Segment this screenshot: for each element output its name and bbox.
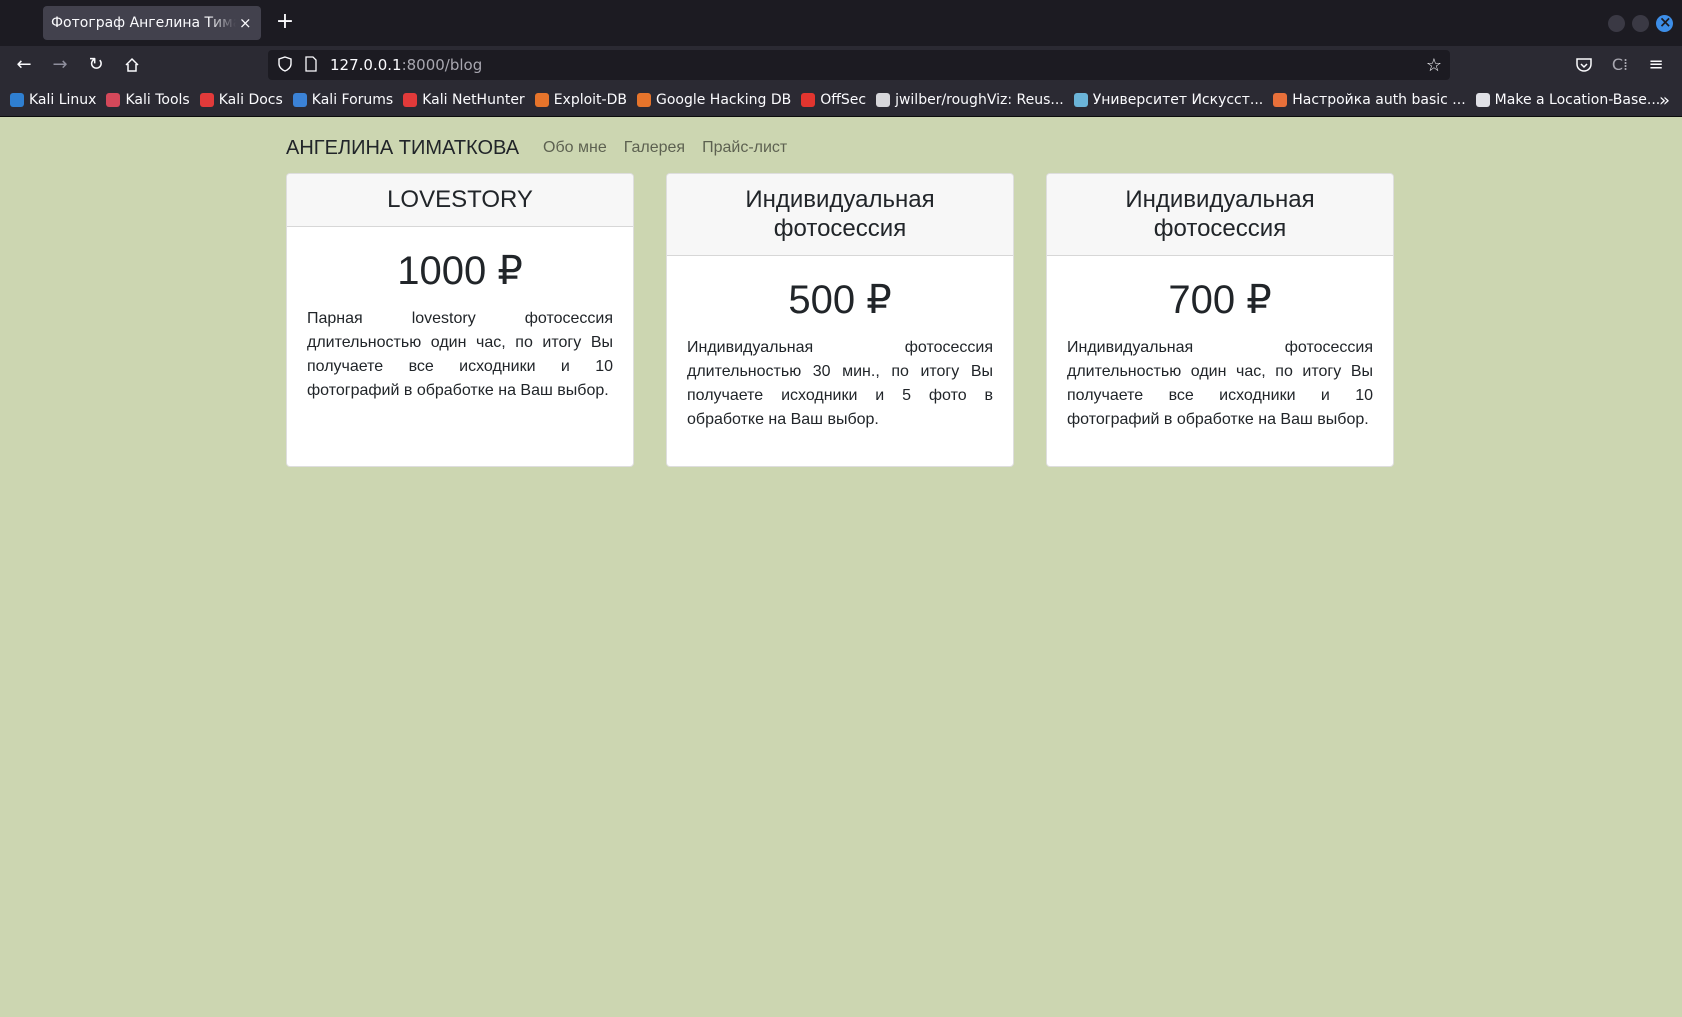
bookmark-favicon-icon xyxy=(106,93,121,107)
site-brand[interactable]: АНГЕЛИНА ТИМАТКОВА xyxy=(286,137,519,160)
bookmark-star-icon[interactable]: ☆ xyxy=(1426,55,1442,76)
address-bar[interactable]: 127.0.0.1:8000/blog ☆ xyxy=(268,50,1450,80)
reload-icon[interactable]: ↻ xyxy=(84,53,108,77)
site-navbar: АНГЕЛИНА ТИМАТКОВА Обо мне Галерея Прайс… xyxy=(286,133,804,163)
bookmark-item[interactable]: Make a Location-Base... xyxy=(1475,92,1661,108)
bookmark-favicon-icon xyxy=(10,93,24,107)
new-tab-button[interactable]: + xyxy=(272,10,298,36)
forward-arrow-icon[interactable]: → xyxy=(48,53,72,77)
bookmark-favicon-icon xyxy=(636,93,651,107)
bookmark-favicon-icon xyxy=(1073,93,1088,107)
bookmark-label: Exploit-DB xyxy=(553,92,627,108)
url-text[interactable]: 127.0.0.1:8000/blog xyxy=(330,56,482,74)
bookmark-favicon-icon xyxy=(199,93,214,107)
tab-title: Фотограф Ангелина Тиматкова xyxy=(51,15,236,31)
bookmark-label: Kali Tools xyxy=(125,92,190,108)
card-description: Индивидуальная фотосессия длительностью … xyxy=(1067,339,1373,428)
bookmark-label: Kali Linux xyxy=(29,92,97,108)
bookmark-favicon-icon xyxy=(801,93,816,107)
bookmark-label: Kali Docs xyxy=(218,92,283,108)
bookmark-label: Kali Forums xyxy=(311,92,394,108)
extension-icon[interactable]: C⁞ xyxy=(1608,53,1632,77)
bookmark-item[interactable]: jwilber/roughViz: Reus... xyxy=(876,92,1064,108)
bookmark-item[interactable]: Университет Искусст... xyxy=(1073,92,1264,108)
tab-close-icon[interactable]: × xyxy=(239,14,252,32)
card-description: Индивидуальная фотосессия длительностью … xyxy=(687,339,993,428)
bookmark-favicon-icon xyxy=(1273,93,1288,107)
bookmark-favicon-icon xyxy=(403,93,418,107)
card-title: LOVESTORY xyxy=(287,174,633,227)
bookmark-favicon-icon xyxy=(876,93,891,107)
browser-tab-active[interactable]: Фотограф Ангелина Тиматкова × xyxy=(43,6,261,40)
page-viewport: АНГЕЛИНА ТИМАТКОВА Обо мне Галерея Прайс… xyxy=(0,117,1682,1017)
bookmark-label: OffSec xyxy=(820,92,867,108)
back-arrow-icon[interactable]: ← xyxy=(12,53,36,77)
card-price: 500 ₽ xyxy=(788,278,892,322)
bookmark-favicon-icon xyxy=(1475,93,1490,107)
maximize-button[interactable] xyxy=(1632,15,1649,32)
close-window-button[interactable] xyxy=(1656,13,1673,32)
bookmark-item[interactable]: Настройка auth basic ... xyxy=(1273,92,1466,108)
pocket-icon[interactable] xyxy=(1572,53,1596,77)
bookmark-label: Google Hacking DB xyxy=(655,92,792,108)
bookmark-label: jwilber/roughViz: Reus... xyxy=(895,92,1064,108)
card-description: Парная lovestory фотосессия длительность… xyxy=(307,310,613,399)
card-price: 1000 ₽ xyxy=(397,249,523,293)
home-icon[interactable] xyxy=(120,53,144,77)
bookmarks-overflow-icon[interactable]: » xyxy=(1659,90,1670,111)
bookmark-item[interactable]: OffSec xyxy=(801,92,866,108)
bookmarks-toolbar: Kali Linux Kali Tools Kali Docs Kali Forums… xyxy=(0,84,1682,117)
bookmark-item[interactable]: Kali Linux xyxy=(10,92,96,108)
bookmark-item[interactable]: Exploit-DB xyxy=(534,92,627,108)
bookmark-label: Kali NetHunter xyxy=(422,92,525,108)
bookmark-item[interactable]: Google Hacking DB xyxy=(636,92,792,108)
bookmark-favicon-icon xyxy=(292,93,307,107)
card-title: Индивидуальная фотосессия xyxy=(667,174,1013,256)
navigation-toolbar: ← → ↻ 127.0.0.1:8000/blog ☆ C⁞ ≡ xyxy=(0,46,1682,84)
bookmark-label: Make a Location-Base... xyxy=(1494,92,1661,108)
minimize-button[interactable] xyxy=(1608,15,1625,32)
bookmark-favicon-icon xyxy=(534,93,549,107)
price-card-lovestory: LOVESTORY 1000 ₽ Парная lovestory фотосе… xyxy=(286,173,634,467)
nav-link-gallery[interactable]: Галерея xyxy=(624,139,685,157)
bookmark-label: Настройка auth basic ... xyxy=(1292,92,1466,108)
bookmark-item[interactable]: Kali Docs xyxy=(199,92,283,108)
bookmark-item[interactable]: Kali Forums xyxy=(292,92,394,108)
shield-icon[interactable] xyxy=(278,56,292,76)
bookmark-label: Университет Искусст... xyxy=(1092,92,1264,108)
card-price: 700 ₽ xyxy=(1168,278,1272,322)
price-card-individual-1hour: Индивидуальная фотосессия 700 ₽ Индивиду… xyxy=(1046,173,1394,467)
card-title: Индивидуальная фотосессия xyxy=(1047,174,1393,256)
price-card-individual-30min: Индивидуальная фотосессия 500 ₽ Индивиду… xyxy=(666,173,1014,467)
nav-link-about[interactable]: Обо мне xyxy=(543,139,607,157)
bookmark-item[interactable]: Kali Tools xyxy=(106,92,190,108)
tab-strip: Фотограф Ангелина Тиматкова × + xyxy=(0,0,1682,46)
page-icon xyxy=(305,56,317,76)
menu-icon[interactable]: ≡ xyxy=(1644,53,1668,77)
bookmark-item[interactable]: Kali NetHunter xyxy=(403,92,525,108)
nav-link-pricelist[interactable]: Прайс-лист xyxy=(702,139,787,157)
